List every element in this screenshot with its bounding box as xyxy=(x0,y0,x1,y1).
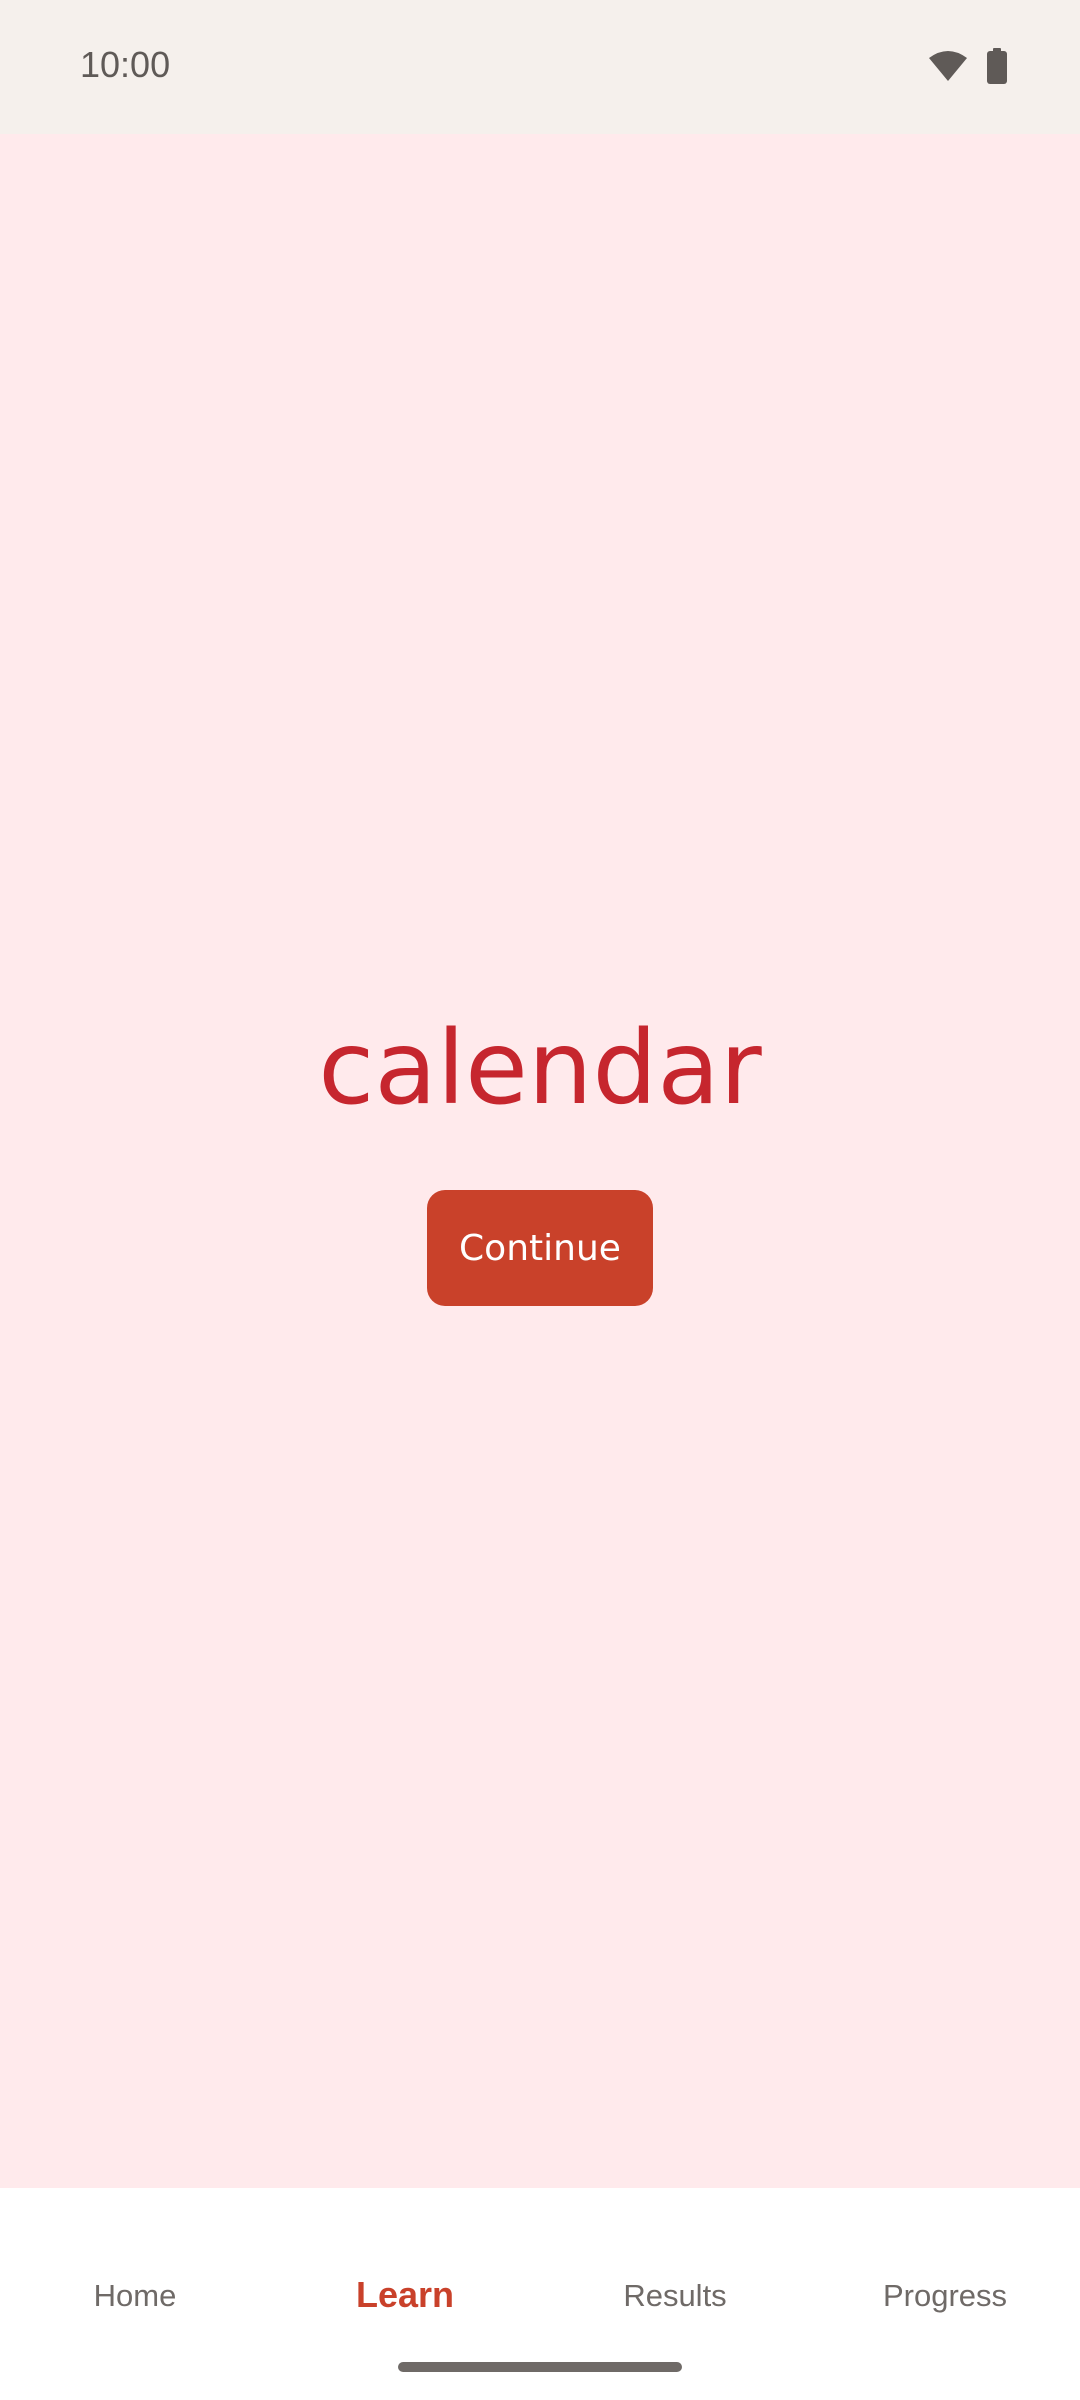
battery-icon xyxy=(986,48,1008,89)
status-time: 10:00 xyxy=(80,44,171,85)
nav-item-progress[interactable]: Progress xyxy=(810,2278,1080,2314)
status-icons xyxy=(928,48,1008,89)
status-bar: 10:00 xyxy=(0,0,1080,134)
wifi-icon xyxy=(928,50,968,87)
nav-item-home[interactable]: Home xyxy=(0,2278,270,2314)
home-indicator[interactable] xyxy=(398,2362,682,2372)
screen: 10:00 calendar Continue Home Learn Resul… xyxy=(0,0,1080,2400)
continue-button[interactable]: Continue xyxy=(427,1190,653,1306)
learn-content xyxy=(0,134,1080,2188)
vocabulary-word: calendar xyxy=(318,1009,762,1128)
nav-item-learn[interactable]: Learn xyxy=(270,2274,540,2316)
nav-item-results[interactable]: Results xyxy=(540,2278,810,2314)
